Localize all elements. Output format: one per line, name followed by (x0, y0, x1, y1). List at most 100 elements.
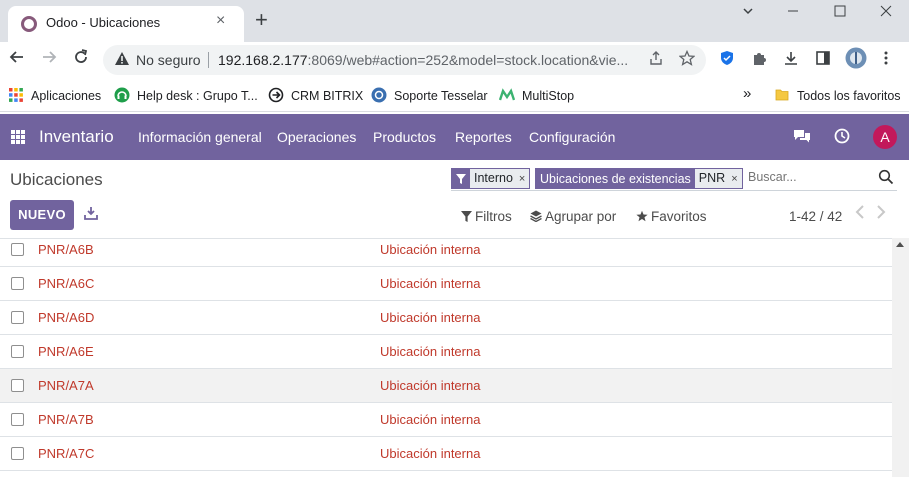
scroll-up-arrow-icon[interactable] (896, 242, 904, 247)
share-icon[interactable] (648, 50, 664, 70)
table-row[interactable]: PNR/A7C Ubicación interna (0, 437, 892, 471)
url-text[interactable]: 192.168.2.177:8069/web#action=252&model=… (218, 52, 638, 68)
browser-menu-icon[interactable] (883, 50, 889, 71)
facet-label: Ubicaciones de existencias (536, 169, 695, 188)
tab-title: Odoo - Ubicaciones (46, 15, 161, 30)
table-row[interactable]: PNR/A7B Ubicación interna (0, 403, 892, 437)
list-scrollbar[interactable] (892, 238, 909, 477)
menu-configuracion[interactable]: Configuración (529, 129, 615, 145)
location-name-cell[interactable]: PNR/A7C (38, 446, 94, 461)
table-row[interactable]: PNR/A6E Ubicación interna (0, 335, 892, 369)
odoo-favicon-icon (21, 16, 37, 32)
maximize-icon[interactable] (833, 4, 847, 21)
row-checkbox[interactable] (11, 345, 24, 358)
bookmark-aplicaciones[interactable]: Aplicaciones (8, 87, 101, 103)
odoo-navbar: Inventario Información general Operacion… (0, 114, 909, 160)
favorites-button[interactable]: Favoritos (636, 209, 707, 224)
activity-clock-icon[interactable] (834, 128, 850, 149)
location-name-cell[interactable]: PNR/A6C (38, 276, 94, 291)
pager-value[interactable]: 1-42 / 42 (789, 209, 842, 224)
back-arrow-icon[interactable] (8, 48, 26, 71)
forward-arrow-icon[interactable] (40, 48, 58, 71)
filter-facet-interno: Interno × (451, 168, 531, 189)
table-row[interactable]: PNR/A7A Ubicación interna (0, 369, 892, 403)
bookmark-label: Aplicaciones (31, 89, 102, 103)
location-name-cell[interactable]: PNR/A6E (38, 344, 94, 359)
new-tab-button[interactable]: + (255, 9, 268, 31)
location-type-cell[interactable]: Ubicación interna (380, 378, 480, 393)
location-type-cell[interactable]: Ubicación interna (380, 276, 480, 291)
search-input[interactable] (748, 170, 858, 184)
location-type-cell[interactable]: Ubicación interna (380, 344, 480, 359)
shield-extension-icon[interactable] (719, 50, 735, 71)
apps-menu-icon[interactable] (11, 130, 25, 144)
more-bookmarks-button[interactable]: » (743, 85, 751, 102)
location-name-cell[interactable]: PNR/A6D (38, 310, 94, 325)
facet-value-text: Interno (474, 171, 513, 185)
table-row[interactable]: PNR/A6D Ubicación interna (0, 301, 892, 335)
pager-previous-icon[interactable] (855, 205, 865, 224)
export-download-icon[interactable] (84, 206, 98, 220)
search-bar: Interno × Ubicaciones de existencias PNR × (451, 167, 897, 191)
new-button[interactable]: NUEVO (10, 200, 74, 230)
download-icon[interactable] (783, 50, 799, 71)
browser-tab-strip: Odoo - Ubicaciones × + (0, 0, 909, 42)
all-favorites-folder[interactable]: Todos los favoritos (774, 87, 901, 103)
reload-icon[interactable] (72, 48, 90, 71)
location-type-cell[interactable]: Ubicación interna (380, 242, 480, 257)
favorites-label: Favoritos (651, 209, 707, 224)
chat-bubbles-icon[interactable] (793, 128, 811, 149)
user-avatar[interactable]: A (873, 125, 897, 149)
bookmark-star-icon[interactable] (678, 49, 696, 70)
bookmark-help-desk[interactable]: Help desk : Grupo T... (114, 87, 258, 103)
menu-reportes[interactable]: Reportes (455, 129, 512, 145)
layers-icon (530, 210, 542, 223)
support-globe-icon (371, 87, 387, 103)
row-checkbox[interactable] (11, 379, 24, 392)
bookmark-soporte-tesselar[interactable]: Soporte Tesselar (371, 87, 488, 103)
menu-operaciones[interactable]: Operaciones (277, 129, 356, 145)
bookmark-crm-bitrix[interactable]: CRM BITRIX (268, 87, 363, 103)
table-row[interactable]: PNR/A6C Ubicación interna (0, 267, 892, 301)
row-checkbox[interactable] (11, 447, 24, 460)
location-name-cell[interactable]: PNR/A6B (38, 242, 94, 257)
url-path: :8069/web#action=252&model=stock.locatio… (307, 52, 629, 68)
location-type-cell[interactable]: Ubicación interna (380, 310, 480, 325)
close-window-icon[interactable] (879, 4, 893, 21)
apps-grid-icon (9, 88, 23, 102)
facet-remove-icon[interactable]: × (513, 173, 525, 185)
tab-search-icon[interactable] (741, 4, 755, 21)
pager-next-icon[interactable] (876, 205, 886, 224)
location-name-cell[interactable]: PNR/A7A (38, 378, 94, 393)
minimize-icon[interactable] (786, 4, 800, 21)
group-by-label: Agrupar por (545, 209, 617, 224)
bookmark-multistop[interactable]: MultiStop (499, 87, 574, 103)
row-checkbox[interactable] (11, 311, 24, 324)
not-secure-label[interactable]: No seguro (136, 52, 201, 68)
profile-avatar-icon[interactable] (845, 47, 867, 74)
location-type-cell[interactable]: Ubicación interna (380, 412, 480, 427)
table-row[interactable]: PNR/A6B Ubicación interna (0, 239, 892, 267)
address-bar[interactable]: No seguro 192.168.2.177:8069/web#action=… (103, 45, 706, 75)
browser-tab[interactable]: Odoo - Ubicaciones × (8, 6, 244, 42)
row-checkbox[interactable] (11, 243, 24, 256)
location-name-cell[interactable]: PNR/A7B (38, 412, 94, 427)
facet-value: Interno × (470, 169, 530, 188)
facet-remove-icon[interactable]: × (725, 173, 737, 185)
row-checkbox[interactable] (11, 277, 24, 290)
menu-informacion-general[interactable]: Información general (138, 129, 262, 145)
app-brand[interactable]: Inventario (39, 127, 114, 147)
star-icon (636, 210, 648, 222)
side-panel-icon[interactable] (815, 50, 831, 71)
menu-productos[interactable]: Productos (373, 129, 436, 145)
tab-close-icon[interactable]: × (216, 12, 225, 30)
filters-button[interactable]: Filtros (461, 209, 512, 224)
warning-icon[interactable] (114, 51, 130, 67)
row-checkbox[interactable] (11, 413, 24, 426)
puzzle-extensions-icon[interactable] (751, 50, 767, 71)
omnibox-divider (208, 52, 209, 68)
location-type-cell[interactable]: Ubicación interna (380, 446, 480, 461)
group-by-button[interactable]: Agrupar por (530, 209, 616, 224)
search-icon[interactable] (878, 169, 894, 185)
bookmarks-bar: Aplicaciones Help desk : Grupo T... CRM … (0, 78, 909, 112)
